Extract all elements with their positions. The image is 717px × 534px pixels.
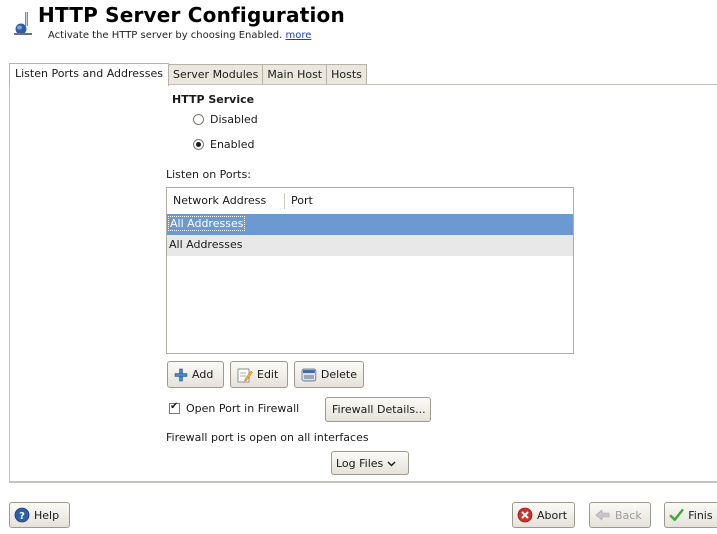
row-address: All Addresses bbox=[167, 216, 246, 231]
radio-enabled[interactable]: Enabled bbox=[193, 138, 254, 151]
log-files-button[interactable]: Log Files bbox=[331, 451, 409, 475]
edit-label: Edit bbox=[257, 368, 279, 381]
svg-text:?: ? bbox=[19, 511, 25, 522]
tab-main-host[interactable]: Main Host bbox=[263, 64, 328, 85]
column-network-address[interactable]: Network Address bbox=[167, 192, 285, 209]
add-icon bbox=[174, 368, 188, 381]
delete-button[interactable]: Delete bbox=[294, 361, 364, 388]
delete-icon bbox=[301, 368, 317, 381]
radio-enabled-indicator[interactable] bbox=[193, 139, 204, 150]
page-title: HTTP Server Configuration bbox=[38, 3, 345, 27]
tab-bar: Listen Ports and Addresses Server Module… bbox=[9, 63, 367, 86]
tab-hosts[interactable]: Hosts bbox=[327, 64, 367, 85]
help-button[interactable]: ? Help bbox=[9, 502, 70, 528]
radio-disabled-label: Disabled bbox=[210, 113, 258, 126]
radio-enabled-label: Enabled bbox=[210, 138, 255, 151]
open-port-label: Open Port in Firewall bbox=[186, 402, 300, 415]
listen-on-ports-label: Listen on Ports: bbox=[166, 168, 251, 181]
radio-disabled-indicator[interactable] bbox=[193, 114, 204, 125]
firewall-details-button[interactable]: Firewall Details... bbox=[325, 397, 431, 422]
header: HTTP Server Configuration Activate the H… bbox=[0, 0, 717, 50]
finish-label: Finish bbox=[688, 508, 713, 522]
back-button[interactable]: Back bbox=[589, 502, 651, 528]
open-port-checkbox[interactable] bbox=[169, 401, 180, 414]
abort-button[interactable]: Abort bbox=[512, 502, 575, 528]
tab-listen-ports[interactable]: Listen Ports and Addresses bbox=[9, 63, 169, 86]
back-arrow-icon bbox=[595, 509, 610, 521]
delete-label: Delete bbox=[320, 368, 357, 381]
tab-server-modules[interactable]: Server Modules bbox=[169, 64, 264, 85]
http-service-heading: HTTP Service bbox=[172, 93, 255, 106]
table-row[interactable]: All Addresses bbox=[167, 214, 573, 235]
abort-label: Abort bbox=[537, 508, 568, 522]
row-address: All Addresses bbox=[169, 238, 243, 251]
abort-icon bbox=[517, 507, 533, 523]
edit-button[interactable]: Edit bbox=[230, 361, 288, 388]
back-label: Back bbox=[615, 508, 642, 522]
subtitle-text: Activate the HTTP server by choosing Ena… bbox=[48, 30, 283, 41]
chevron-down-icon bbox=[387, 461, 396, 466]
help-icon: ? bbox=[14, 507, 30, 523]
checkmark-icon bbox=[669, 509, 684, 521]
firewall-details-label: Firewall Details... bbox=[332, 403, 426, 416]
listen-ports-table[interactable]: Network Address Port All Addresses All A… bbox=[166, 187, 574, 354]
finish-button[interactable]: Finish bbox=[664, 502, 717, 528]
open-port-checkbox-row[interactable]: Open Port in Firewall bbox=[169, 401, 300, 415]
server-globe-icon bbox=[14, 12, 32, 35]
add-button[interactable]: Add bbox=[167, 361, 224, 388]
firewall-status: Firewall port is open on all interfaces bbox=[166, 431, 369, 444]
add-label: Add bbox=[192, 368, 214, 381]
more-link[interactable]: more bbox=[286, 30, 312, 41]
table-row[interactable]: All Addresses bbox=[167, 235, 573, 256]
log-files-label: Log Files bbox=[336, 456, 384, 470]
page-subtitle: Activate the HTTP server by choosing Ena… bbox=[48, 30, 311, 41]
radio-disabled[interactable]: Disabled bbox=[193, 113, 258, 126]
edit-icon bbox=[237, 368, 253, 382]
table-header: Network Address Port bbox=[167, 188, 573, 214]
column-port[interactable]: Port bbox=[285, 193, 313, 209]
footer-divider bbox=[9, 482, 717, 483]
help-label: Help bbox=[34, 508, 60, 522]
